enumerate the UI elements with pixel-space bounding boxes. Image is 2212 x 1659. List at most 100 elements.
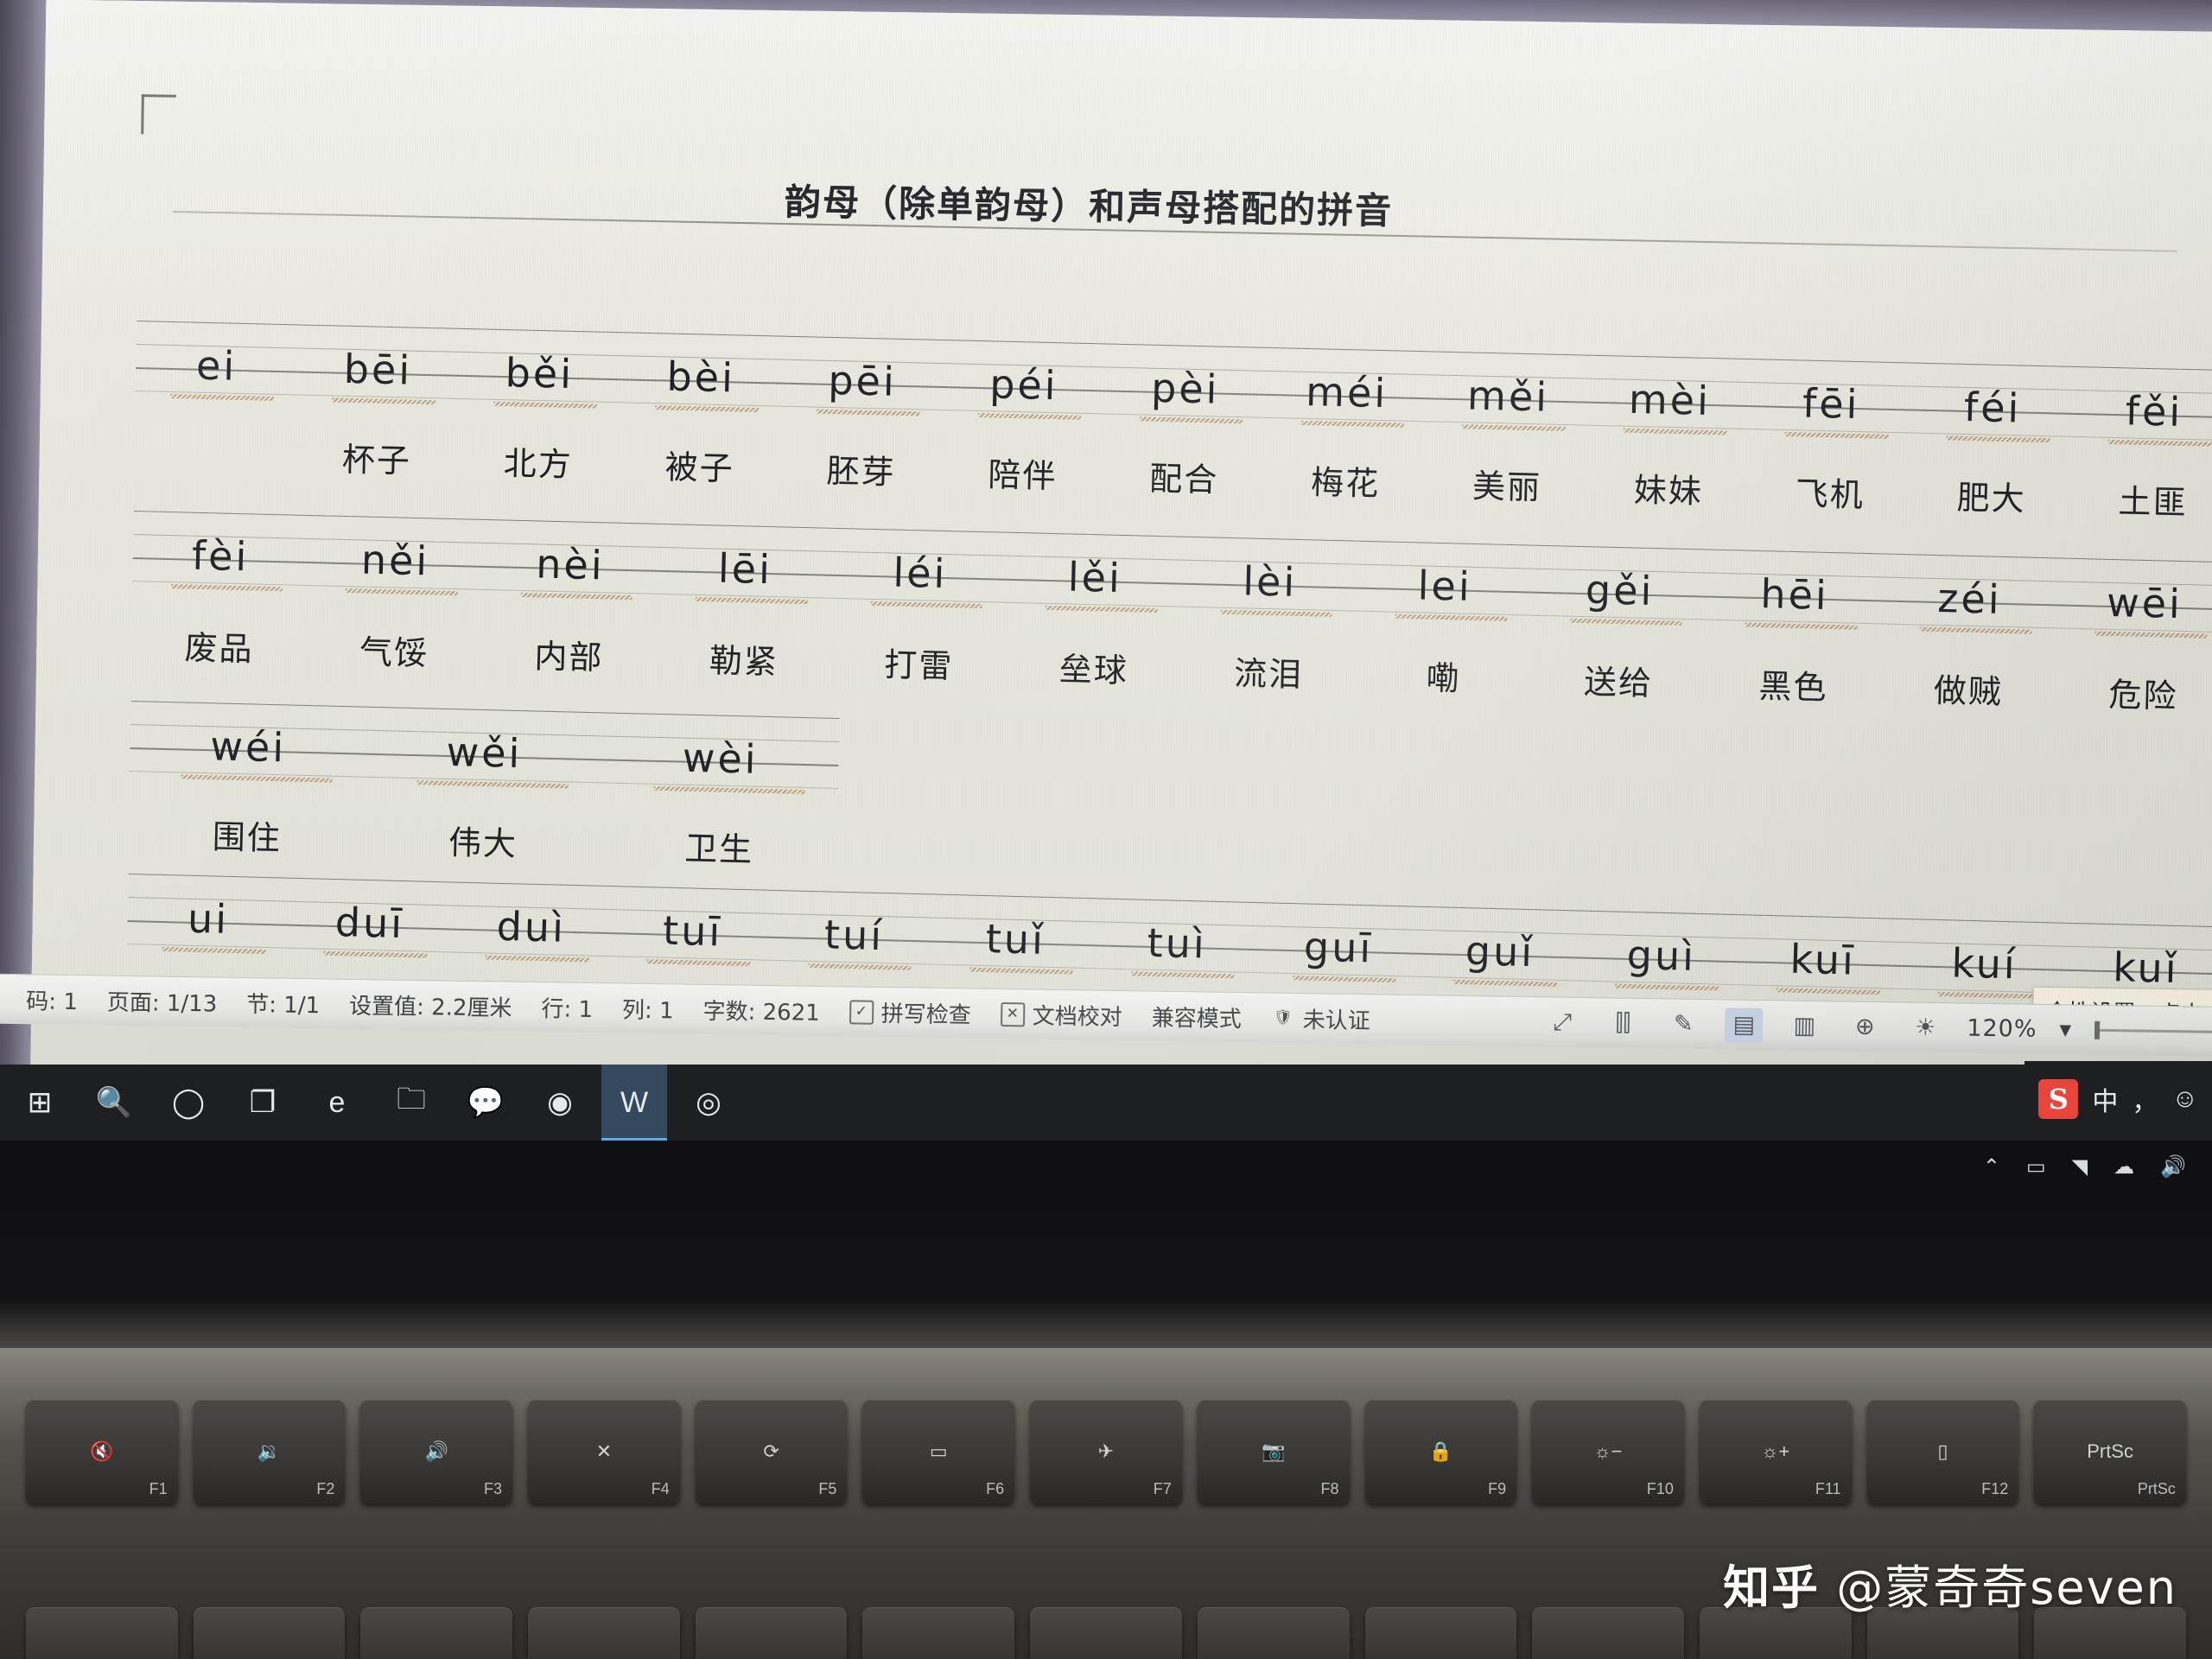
web-view-icon[interactable]: ⊕: [1846, 1009, 1885, 1045]
word-cell: 配合: [1148, 459, 1219, 499]
key-row2-6[interactable]: [1030, 1607, 1182, 1659]
status-item[interactable]: 节: 1/1: [246, 987, 320, 1020]
key-row2-7[interactable]: [1197, 1607, 1350, 1659]
page-view-icon[interactable]: ▤: [1725, 1007, 1764, 1043]
key-f12[interactable]: ▯ F12: [1866, 1400, 2019, 1503]
key-row2-8[interactable]: [1364, 1607, 1517, 1659]
pinyin-cell: léi: [832, 543, 1008, 603]
key-f4[interactable]: ✕ F4: [528, 1400, 680, 1503]
battery-icon[interactable]: ▭: [2026, 1154, 2046, 1179]
key-row2-5[interactable]: [862, 1607, 1015, 1659]
key-f11[interactable]: ☼+ F11: [1699, 1400, 1852, 1503]
pinyin-cell: tuí: [772, 906, 935, 965]
key-row2-0[interactable]: [26, 1607, 178, 1659]
sogou-logo-icon[interactable]: S: [2038, 1079, 2079, 1119]
status-item[interactable]: 页面: 1/13: [107, 985, 218, 1019]
ime-emoji-icon[interactable]: ☺: [2171, 1084, 2198, 1114]
onedrive-icon[interactable]: ☁: [2113, 1154, 2134, 1179]
status-item[interactable]: 🛡 未认证: [1271, 1002, 1371, 1036]
key-glyph: 🔉: [257, 1440, 282, 1462]
key-row2-9[interactable]: [1532, 1607, 1684, 1659]
key-row2-2[interactable]: [360, 1607, 513, 1659]
status-item[interactable]: 码: 1: [26, 983, 78, 1016]
pinyin-cell: guǐ: [1419, 922, 1581, 982]
status-item[interactable]: 兼容模式: [1152, 1001, 1243, 1034]
key-fn-label: F11: [1815, 1480, 1841, 1497]
sogou-ime-bar[interactable]: S 中 ， ☺: [2024, 1061, 2212, 1137]
pinyin-line-1: ei bēi běi bèi pēi péi pèi méi měi mèi fēi féi fěi: [135, 319, 2212, 441]
watermark-handle: @蒙奇奇seven: [1836, 1560, 2177, 1615]
status-item[interactable]: 行: 1: [541, 991, 593, 1024]
key-fn-label: F2: [316, 1480, 335, 1497]
key-glyph: ✈: [1097, 1440, 1115, 1462]
qq-music-icon[interactable]: ◉: [527, 1065, 593, 1141]
key-f7[interactable]: ✈ F7: [1030, 1400, 1182, 1503]
key-f10[interactable]: ☼− F10: [1532, 1400, 1684, 1503]
word-cell: 胚芽: [826, 451, 897, 492]
volume-icon[interactable]: 🔊: [2160, 1154, 2186, 1179]
wifi-icon[interactable]: ◥: [2072, 1154, 2088, 1179]
word-cell: 美丽: [1471, 467, 1542, 506]
pinyin-grid-row-3: wéi wěi wèi: [129, 701, 840, 790]
cortana-icon[interactable]: ◯: [156, 1065, 221, 1141]
pinyin-line-4: ui duī duì tuī tuí tuǐ tuì guī guǐ guì kuī kuí kuǐ: [127, 872, 2212, 997]
zoom-level-label[interactable]: 120%: [1967, 1015, 2037, 1043]
close-box-icon: ✕: [1000, 1001, 1026, 1027]
fullscreen-icon[interactable]: ⤢: [1543, 1005, 1582, 1040]
key-f8[interactable]: 📷 F8: [1197, 1400, 1350, 1503]
word-cell: 内部: [533, 636, 605, 677]
status-item[interactable]: 设置值: 2.2厘米: [349, 988, 512, 1023]
show-hidden-icons[interactable]: ⌃: [1983, 1154, 2000, 1179]
status-item[interactable]: ✕ 文档校对: [1000, 998, 1123, 1032]
key-f1[interactable]: 🔇 F1: [26, 1400, 178, 1503]
pinyin-cell: wèi: [601, 728, 839, 789]
two-page-icon[interactable]: ⫿⫿: [1604, 1006, 1643, 1041]
key-f3[interactable]: 🔊 F3: [360, 1400, 513, 1503]
start-button[interactable]: ⊞: [7, 1065, 73, 1141]
watermark-logo: 知乎: [1723, 1560, 1821, 1615]
ime-punctuation-icon[interactable]: ，: [2132, 1080, 2158, 1118]
pinyin-cell: fěi: [2073, 382, 2212, 441]
search-icon[interactable]: 🔍: [81, 1065, 147, 1141]
pinyin-cell: nèi: [482, 535, 658, 594]
key-f5[interactable]: ⟳ F5: [695, 1400, 848, 1503]
checkbox-icon: ✓: [849, 999, 874, 1025]
edge-browser-icon[interactable]: e: [304, 1065, 370, 1141]
eye-protect-icon[interactable]: ☀: [1906, 1010, 1945, 1046]
task-view-icon[interactable]: ❐: [230, 1065, 296, 1141]
chrome-browser-icon[interactable]: ◎: [676, 1065, 741, 1141]
pinyin-cell: ei: [135, 336, 297, 395]
pinyin-cell: tuī: [611, 901, 773, 961]
status-item[interactable]: 字数: 2621: [702, 994, 820, 1027]
word-cell: 北方: [503, 443, 574, 484]
pinyin-cell: wěi: [365, 722, 603, 784]
wps-office-icon[interactable]: W: [601, 1065, 667, 1141]
document-page[interactable]: 韵母（除单韵母）和声母搭配的拼音 ei bēi běi bèi pēi péi pèi méi…: [31, 0, 2212, 1037]
key-fn-label: F5: [818, 1480, 837, 1497]
status-item[interactable]: 列: 1: [622, 992, 674, 1025]
key-f6[interactable]: ▭ F6: [862, 1400, 1015, 1503]
windows-taskbar[interactable]: ⊞ 🔍 ◯ ❐ e 🗀 💬 ◉ W ◎: [0, 1065, 2212, 1141]
key-row2-1[interactable]: [193, 1607, 346, 1659]
outline-view-icon[interactable]: ▥: [1785, 1008, 1824, 1044]
status-item[interactable]: ✓ 拼写检查: [849, 995, 972, 1029]
pinyin-cell: fēi: [1750, 374, 1912, 433]
wechat-icon[interactable]: 💬: [453, 1065, 518, 1141]
key-row2-3[interactable]: [528, 1607, 680, 1659]
key-prtsc[interactable]: PrtSc PrtSc: [2034, 1400, 2186, 1503]
pinyin-grid-row-2: fèi něi nèi lēi léi lěi lèi lei gěi hēi zéi wēi: [132, 511, 2212, 633]
status-item-label: 设置值: 2.2厘米: [348, 993, 512, 1022]
edit-pencil-icon[interactable]: ✎: [1664, 1007, 1703, 1042]
file-explorer-icon[interactable]: 🗀: [378, 1065, 444, 1141]
word-row-2: 废品 气馁 内部 勒紧 打雷 垒球 流泪 嘞 送给 黑色 做贼 危险: [131, 616, 2212, 721]
zoom-slider[interactable]: [2094, 1013, 2212, 1049]
system-tray[interactable]: ⌃ ▭ ◥ ☁ 🔊: [1175, 1141, 2212, 1192]
key-f9[interactable]: 🔒 F9: [1364, 1400, 1517, 1503]
watermark: 知乎 @蒙奇奇seven: [1723, 1549, 2177, 1618]
zoom-dropdown-icon[interactable]: ▾: [2059, 1016, 2072, 1043]
key-fn-label: F10: [1646, 1480, 1674, 1497]
pinyin-cell: duī: [289, 893, 451, 953]
key-f2[interactable]: 🔉 F2: [193, 1400, 346, 1503]
key-row2-4[interactable]: [695, 1607, 848, 1659]
ime-mode-label[interactable]: 中: [2092, 1080, 2118, 1118]
